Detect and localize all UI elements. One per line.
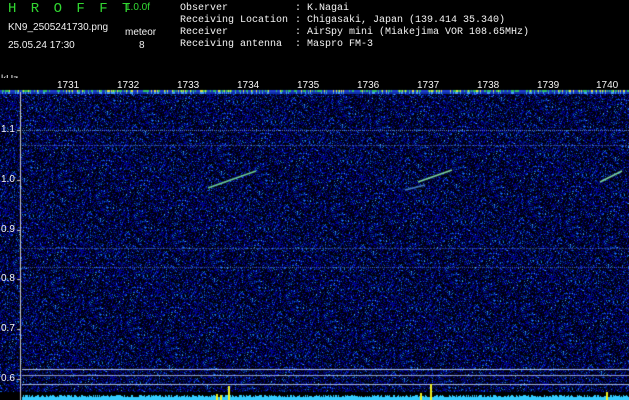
- antenna-label: Receiving antenna: [180, 39, 283, 50]
- freq-tick: 1.0: [1, 174, 15, 185]
- datetime: 25.05.24 17:30: [8, 40, 75, 51]
- time-tick: 1739: [537, 80, 560, 91]
- time-tick: 1733: [177, 80, 200, 91]
- observer-label: Observer: [180, 3, 229, 14]
- time-tick: 1740: [596, 80, 619, 91]
- receiver-label: Receiver: [180, 27, 229, 38]
- freq-tick: 0.8: [1, 273, 15, 284]
- filename: KN9_2505241730.png: [8, 22, 109, 33]
- freq-tick: 0.9: [1, 224, 15, 235]
- freq-tick: 0.7: [1, 323, 15, 334]
- spectrogram-canvas: [0, 78, 629, 400]
- time-tick: 1735: [297, 80, 320, 91]
- meteor-label: meteor: [125, 27, 157, 38]
- header-panel: H R O F F T 1.0.0f KN9_2505241730.png 25…: [0, 0, 629, 78]
- time-tick: 1734: [237, 80, 260, 91]
- time-tick: 1732: [117, 80, 140, 91]
- time-tick: 1738: [477, 80, 500, 91]
- freq-tick: 0.6: [1, 373, 15, 384]
- time-tick: 1731: [57, 80, 80, 91]
- location-value: : Chigasaki, Japan (139.414 35.340): [295, 15, 506, 26]
- app-name: H R O F F T: [8, 1, 134, 17]
- receiver-value: : AirSpy mini (Miakejima VOR 108.65MHz): [295, 27, 530, 38]
- location-label: Receiving Location: [180, 15, 289, 26]
- app-version: 1.0.0f: [125, 2, 151, 13]
- observer-value: : K.Nagai: [295, 3, 350, 14]
- antenna-value: : Maspro FM-3: [295, 39, 374, 50]
- time-tick: 1737: [417, 80, 440, 91]
- freq-tick: 1.1: [1, 124, 15, 135]
- time-tick: 1736: [357, 80, 380, 91]
- meteor-count: 8: [139, 40, 145, 51]
